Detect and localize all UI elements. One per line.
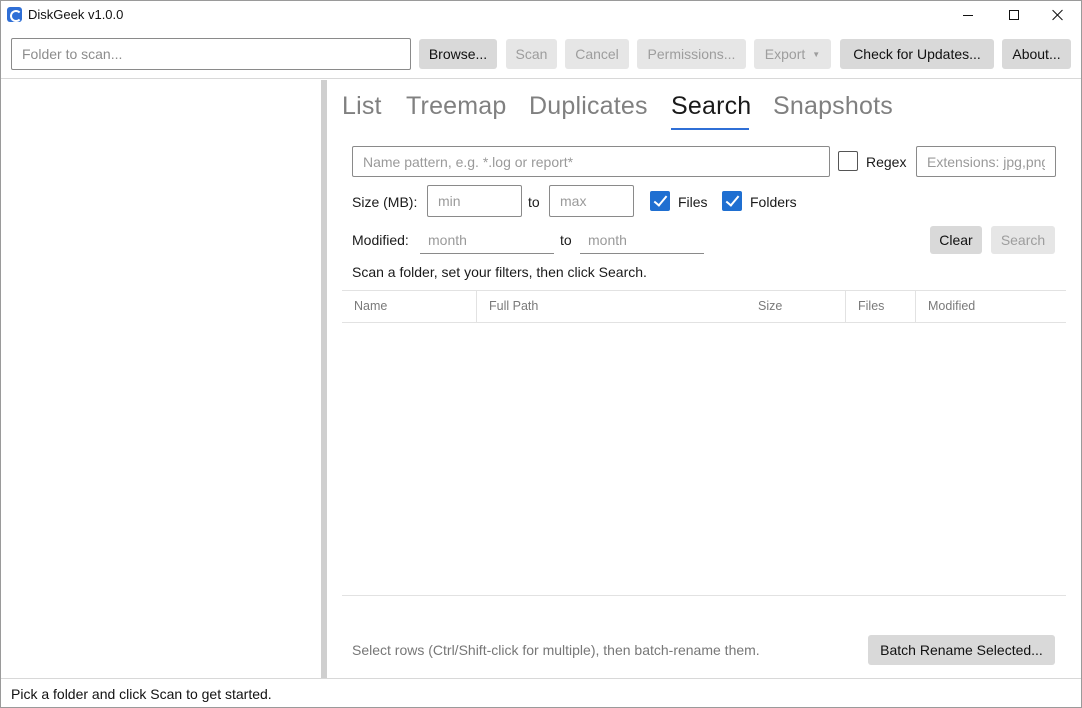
close-icon: [1052, 9, 1064, 21]
maximize-icon: [1009, 10, 1019, 20]
clear-button[interactable]: Clear: [930, 226, 982, 254]
folder-input[interactable]: [11, 38, 411, 70]
tab-search[interactable]: Search: [671, 92, 751, 121]
export-label: Export: [764, 46, 806, 62]
minimize-icon: [963, 14, 973, 16]
maximize-button[interactable]: [991, 1, 1037, 29]
status-text: Pick a folder and click Scan to get star…: [11, 686, 272, 702]
tab-treemap[interactable]: Treemap: [406, 92, 507, 121]
regex-checkbox[interactable]: [838, 151, 858, 171]
main-pane: List Treemap Duplicates Search Snapshots…: [327, 80, 1081, 678]
size-min-input[interactable]: [427, 185, 522, 217]
about-button[interactable]: About...: [1002, 39, 1071, 69]
scan-button[interactable]: Scan: [506, 39, 557, 69]
search-button[interactable]: Search: [991, 226, 1055, 254]
permissions-button[interactable]: Permissions...: [637, 39, 746, 69]
batch-rename-button[interactable]: Batch Rename Selected...: [868, 635, 1055, 665]
export-button[interactable]: Export ▼: [754, 39, 831, 69]
modified-to-input[interactable]: [580, 226, 704, 254]
name-pattern-input[interactable]: [352, 146, 830, 177]
column-header-name[interactable]: Name: [342, 291, 476, 322]
batch-rename-hint: Select rows (Ctrl/Shift-click for multip…: [352, 642, 760, 658]
results-table[interactable]: Name Full Path Size Files Modified: [342, 290, 1066, 595]
folders-checkbox[interactable]: [722, 191, 742, 211]
files-label: Files: [678, 194, 708, 210]
folder-tree-pane[interactable]: [2, 80, 320, 678]
toolbar: Browse... Scan Cancel Permissions... Exp…: [1, 29, 1081, 79]
tab-list[interactable]: List: [342, 92, 382, 121]
chevron-down-icon: ▼: [812, 49, 821, 59]
folders-label: Folders: [750, 194, 797, 210]
window-title: DiskGeek v1.0.0: [28, 7, 124, 22]
minimize-button[interactable]: [945, 1, 991, 29]
close-button[interactable]: [1035, 1, 1081, 29]
title-bar[interactable]: DiskGeek v1.0.0: [1, 1, 1081, 29]
app-window: DiskGeek v1.0.0 Browse... Scan Cancel Pe…: [0, 0, 1082, 708]
column-header-modified[interactable]: Modified: [915, 291, 1066, 322]
modified-from-input[interactable]: [420, 226, 554, 254]
tab-snapshots[interactable]: Snapshots: [773, 92, 893, 121]
size-max-input[interactable]: [549, 185, 634, 217]
modified-label: Modified:: [352, 232, 409, 248]
column-header-full-path[interactable]: Full Path: [476, 291, 746, 322]
status-bar: Pick a folder and click Scan to get star…: [1, 678, 1081, 707]
size-to-label: to: [528, 194, 540, 210]
extensions-input[interactable]: [916, 146, 1056, 177]
regex-label: Regex: [866, 154, 907, 170]
check-updates-button[interactable]: Check for Updates...: [840, 39, 994, 69]
table-header: Name Full Path Size Files Modified: [342, 290, 1066, 323]
app-icon: [7, 7, 22, 22]
size-label: Size (MB):: [352, 194, 418, 210]
tab-duplicates[interactable]: Duplicates: [529, 92, 648, 121]
column-header-size[interactable]: Size: [746, 291, 845, 322]
modified-to-label: to: [560, 232, 572, 248]
column-header-files[interactable]: Files: [845, 291, 915, 322]
results-footer: Select rows (Ctrl/Shift-click for multip…: [342, 595, 1066, 678]
search-hint: Scan a folder, set your filters, then cl…: [352, 264, 647, 280]
active-tab-indicator: [671, 128, 749, 130]
files-checkbox[interactable]: [650, 191, 670, 211]
browse-button[interactable]: Browse...: [419, 39, 497, 69]
cancel-button[interactable]: Cancel: [565, 39, 629, 69]
